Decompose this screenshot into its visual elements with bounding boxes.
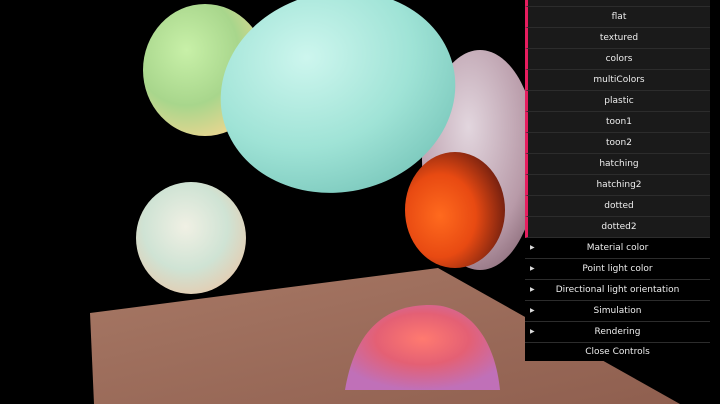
material-option-flat[interactable]: flat xyxy=(525,7,710,28)
folder-label: Directional light orientation xyxy=(555,285,680,295)
triangle-right-icon: ▶ xyxy=(530,244,535,251)
material-option-dotted[interactable]: dotted xyxy=(525,196,710,217)
folder-point-light-color[interactable]: ▶ Point light color xyxy=(525,259,710,280)
folder-label: Point light color xyxy=(582,264,653,274)
material-option-partial[interactable] xyxy=(525,0,710,7)
material-option-multicolors[interactable]: multiColors xyxy=(525,70,710,91)
material-option-hatching[interactable]: hatching xyxy=(525,154,710,175)
triangle-right-icon: ▶ xyxy=(530,286,535,293)
folder-rendering[interactable]: ▶ Rendering xyxy=(525,322,710,343)
sphere-peach xyxy=(136,182,246,294)
triangle-right-icon: ▶ xyxy=(530,265,535,272)
sphere-orange xyxy=(405,152,505,268)
material-option-toon1[interactable]: toon1 xyxy=(525,112,710,133)
controls-panel[interactable]: flat textured colors multiColors plastic… xyxy=(525,0,710,361)
material-option-dotted2[interactable]: dotted2 xyxy=(525,217,710,238)
material-option-colors[interactable]: colors xyxy=(525,49,710,70)
triangle-right-icon: ▶ xyxy=(530,307,535,314)
folder-directional-light-orientation[interactable]: ▶ Directional light orientation xyxy=(525,280,710,301)
folder-label: Material color xyxy=(586,243,649,253)
close-controls-button[interactable]: Close Controls xyxy=(525,343,710,361)
material-option-plastic[interactable]: plastic xyxy=(525,91,710,112)
material-option-toon2[interactable]: toon2 xyxy=(525,133,710,154)
folder-material-color[interactable]: ▶ Material color xyxy=(525,238,710,259)
folder-label: Simulation xyxy=(593,306,642,316)
triangle-right-icon: ▶ xyxy=(530,328,535,335)
folder-label: Rendering xyxy=(594,327,641,337)
folder-simulation[interactable]: ▶ Simulation xyxy=(525,301,710,322)
material-option-hatching2[interactable]: hatching2 xyxy=(525,175,710,196)
material-option-textured[interactable]: textured xyxy=(525,28,710,49)
